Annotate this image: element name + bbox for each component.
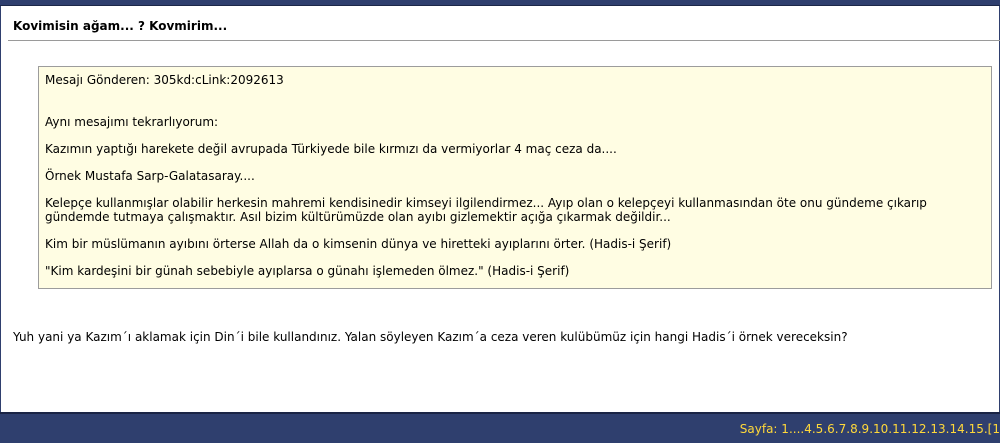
- pagination-bar: Sayfa: 1....4.5.6.7.8.9.10.11.12.13.14.1…: [0, 412, 1000, 443]
- quote-sender: Mesajı Gönderen: 305kd:cLink:2092613: [45, 73, 284, 87]
- title-divider: [8, 40, 1000, 41]
- page-link[interactable]: 11: [892, 422, 907, 436]
- quote-paragraph: Kim bir müslümanın ayıbını örterse Allah…: [45, 237, 672, 251]
- page-link[interactable]: 5: [816, 422, 824, 436]
- page-link[interactable]: 15: [969, 422, 984, 436]
- page-link[interactable]: 8: [850, 422, 858, 436]
- pager-label: Sayfa:: [739, 422, 778, 436]
- page-link[interactable]: 6: [827, 422, 835, 436]
- quote-paragraph: Örnek Mustafa Sarp-Galatasaray....: [45, 169, 255, 183]
- post-title: Kovimisin ağam... ? Kovmirim...: [13, 19, 228, 33]
- pager: Sayfa: 1....4.5.6.7.8.9.10.11.12.13.14.1…: [739, 422, 1000, 436]
- pager-ellipsis: ....: [788, 422, 805, 436]
- page-link[interactable]: 9: [862, 422, 870, 436]
- reply-text: Yuh yani ya Kazım´ı aklamak için Din´i b…: [13, 330, 848, 344]
- current-page: 1: [992, 422, 1000, 436]
- page-link[interactable]: 13: [930, 422, 945, 436]
- quote-paragraph: Aynı mesajımı tekrarlıyorum:: [45, 115, 219, 129]
- quote-paragraph: "Kim kardeşini bir günah sebebiyle ayıpl…: [45, 264, 570, 278]
- page-link[interactable]: 7: [839, 422, 847, 436]
- quote-paragraph: Kazımın yaptığı harekete değil avrupada …: [45, 142, 617, 156]
- page-link[interactable]: 4: [804, 422, 812, 436]
- page-link[interactable]: 1: [781, 422, 789, 436]
- page-link[interactable]: 12: [911, 422, 926, 436]
- quote-paragraph: Kelepçe kullanmışlar olabilir herkesin m…: [45, 196, 927, 224]
- page-link[interactable]: 10: [873, 422, 888, 436]
- quote-box: Mesajı Gönderen: 305kd:cLink:2092613 Ayn…: [38, 66, 992, 289]
- page-link[interactable]: 14: [949, 422, 964, 436]
